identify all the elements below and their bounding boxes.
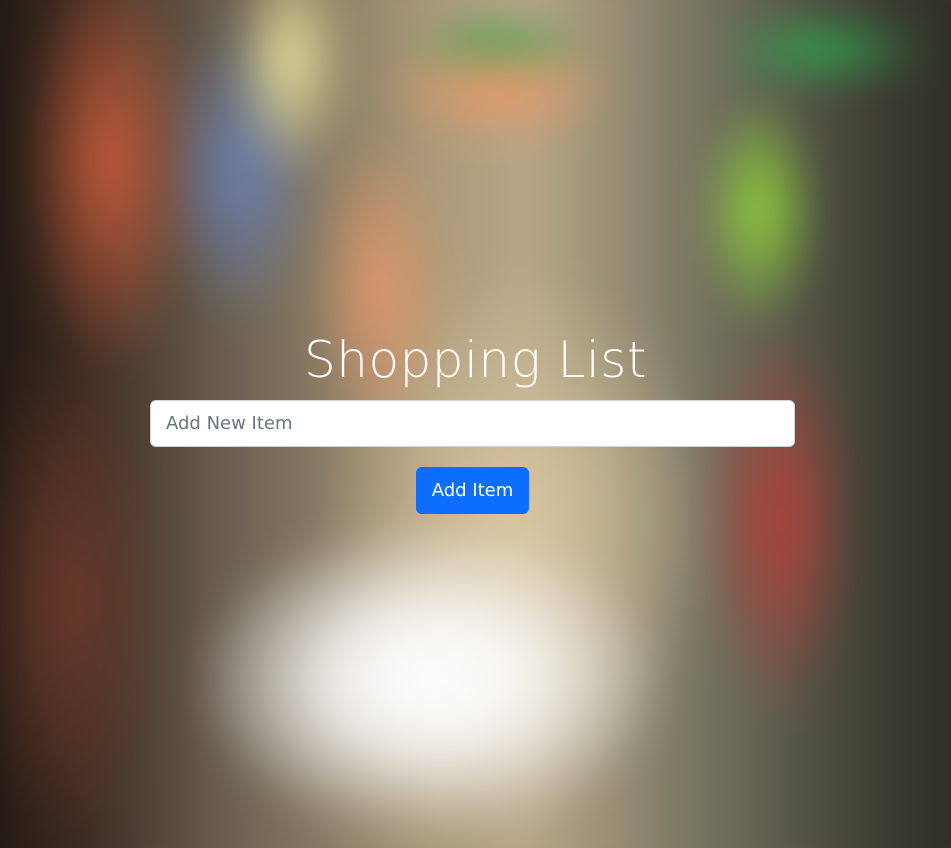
page-title: Shopping List (304, 331, 647, 389)
add-item-button[interactable]: Add Item (416, 467, 529, 514)
page: Shopping List Add Item (0, 0, 951, 848)
main-content: Shopping List Add Item (0, 0, 951, 848)
new-item-input[interactable] (150, 400, 795, 447)
